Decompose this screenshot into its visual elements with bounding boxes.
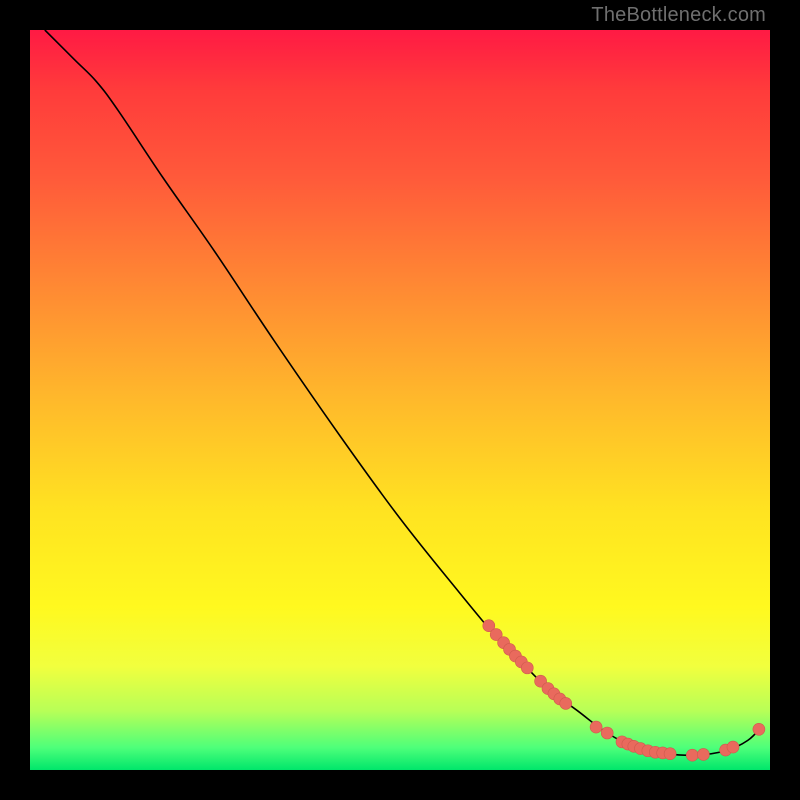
watermark-text: TheBottleneck.com [591,4,766,27]
plot-area [30,30,770,770]
curve-layer [30,30,770,770]
data-point [664,748,676,760]
data-point [601,727,613,739]
data-point [521,662,533,674]
data-point [727,741,739,753]
data-point [560,697,572,709]
bottleneck-curve [45,30,763,755]
data-point [686,749,698,761]
data-point [590,721,602,733]
chart-frame: TheBottleneck.com [0,0,800,800]
data-point [697,748,709,760]
data-point [753,723,765,735]
marker-group [483,620,765,762]
